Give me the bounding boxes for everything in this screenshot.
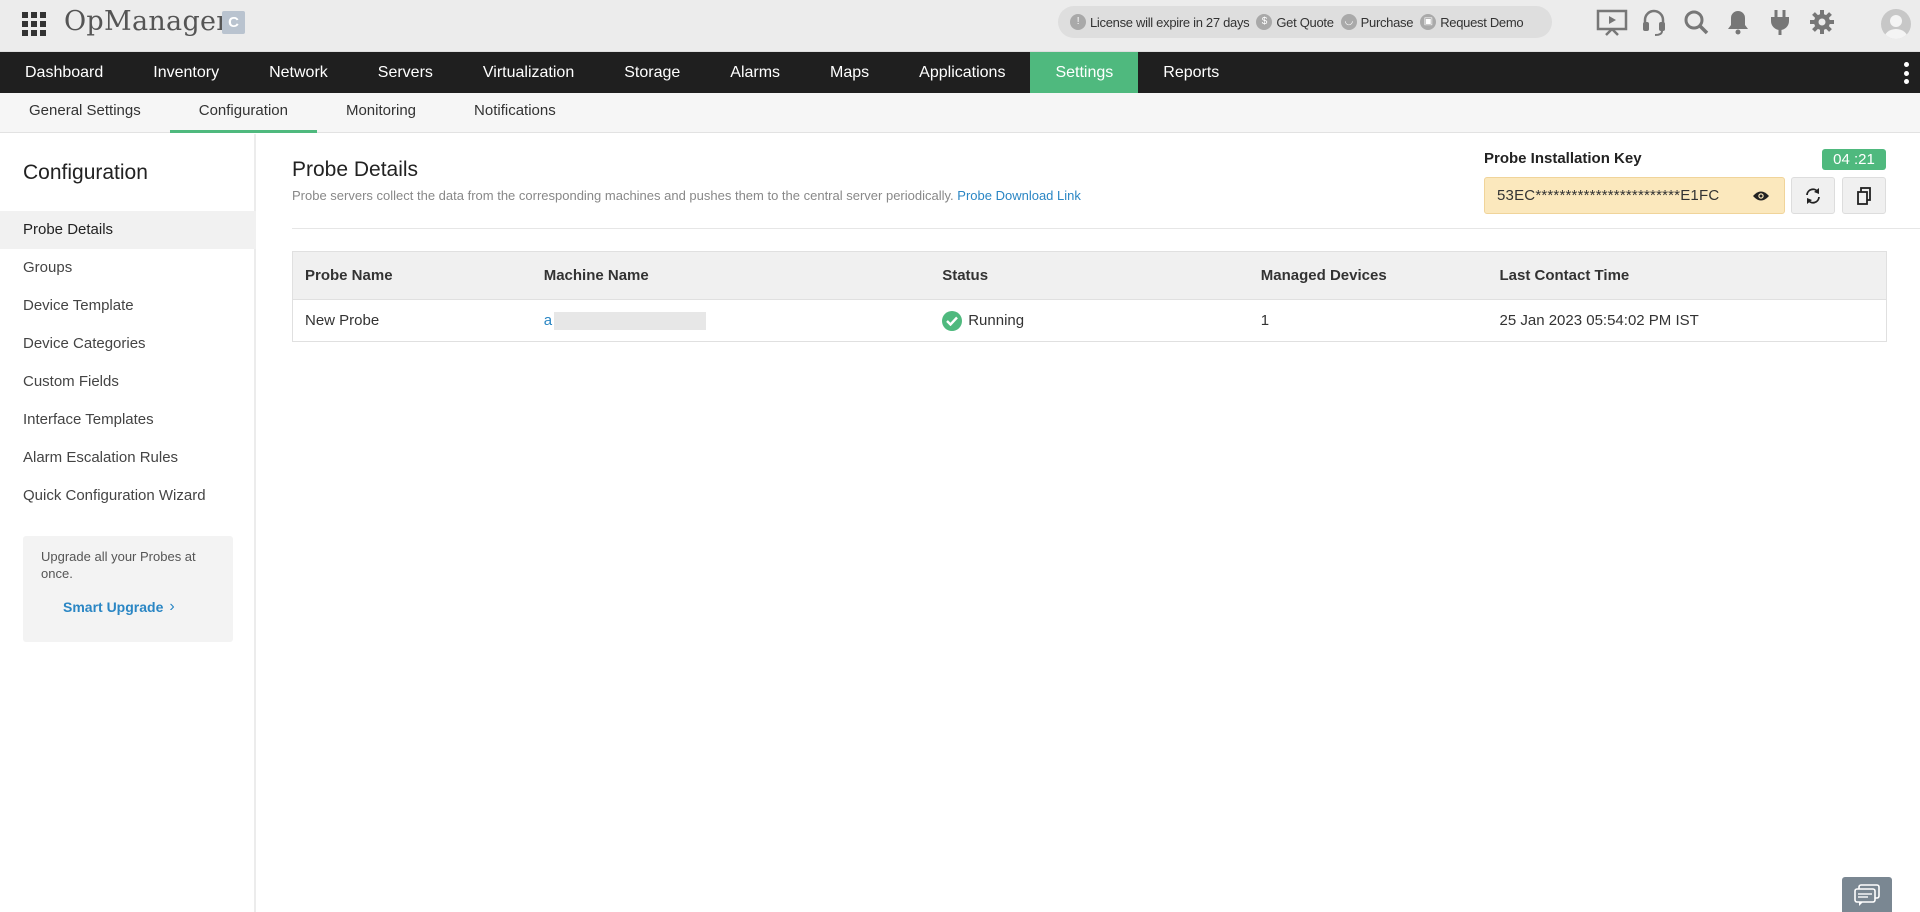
license-bar: ! License will expire in 27 days $ Get Q… (1058, 6, 1552, 38)
sidebar-item-probe-details[interactable]: Probe Details (0, 211, 256, 249)
cell-last-contact: 25 Jan 2023 05:54:02 PM IST (1499, 312, 1699, 329)
header-icons (1590, 6, 1842, 38)
probe-key-field: 53EC************************E1FC (1484, 177, 1785, 214)
description-text: Probe servers collect the data from the … (292, 188, 954, 203)
table-row: New Probe a Running 1 25 Jan 2023 05:54:… (293, 300, 1886, 341)
sidebar-item-custom-fields[interactable]: Custom Fields (0, 363, 256, 401)
key-timer-badge: 04 :21 (1822, 149, 1886, 170)
cell-status: Running (930, 300, 1249, 341)
probe-download-link[interactable]: Probe Download Link (957, 188, 1081, 203)
copy-icon (1857, 186, 1871, 205)
nav-servers[interactable]: Servers (353, 52, 458, 93)
request-demo-label: Request Demo (1440, 14, 1524, 30)
column-header-last-contact-time[interactable]: Last Contact Time (1488, 252, 1887, 299)
sidebar-item-interface-templates[interactable]: Interface Templates (0, 401, 256, 439)
main-content: Probe Details Probe servers collect the … (258, 134, 1920, 912)
request-demo-link[interactable]: ▣ Request Demo (1420, 14, 1524, 30)
tab-configuration[interactable]: Configuration (169, 93, 317, 133)
probe-key-value: 53EC************************E1FC (1497, 187, 1720, 204)
gear-icon[interactable] (1802, 6, 1842, 38)
column-header-machine-name[interactable]: Machine Name (532, 252, 931, 299)
plug-icon[interactable] (1760, 6, 1800, 38)
edition-badge: C (222, 11, 245, 34)
status-text: Running (968, 312, 1025, 329)
license-expiry-text: License will expire in 27 days (1090, 14, 1250, 30)
sidebar: Configuration Probe Details Groups Devic… (0, 134, 256, 912)
table-header: Probe Name Machine Name Status Managed D… (293, 252, 1886, 300)
page-description: Probe servers collect the data from the … (292, 188, 1081, 203)
nav-storage[interactable]: Storage (599, 52, 705, 93)
demo-icon: ▣ (1420, 14, 1437, 30)
search-icon[interactable] (1676, 6, 1716, 38)
chat-button[interactable] (1842, 877, 1892, 912)
cart-icon: ◡ (1340, 14, 1357, 30)
nav-network[interactable]: Network (244, 52, 353, 93)
nav-reports[interactable]: Reports (1138, 52, 1244, 93)
tab-monitoring[interactable]: Monitoring (317, 93, 445, 133)
column-header-status[interactable]: Status (930, 252, 1249, 299)
get-quote-link[interactable]: $ Get Quote (1256, 14, 1334, 30)
chevron-right-icon: › (169, 598, 175, 615)
nav-virtualization[interactable]: Virtualization (458, 52, 599, 93)
refresh-icon (1806, 187, 1820, 204)
content-divider (292, 228, 1920, 229)
eye-icon[interactable] (1738, 178, 1784, 213)
get-quote-label: Get Quote (1276, 14, 1334, 30)
nav-dashboard[interactable]: Dashboard (0, 52, 128, 93)
top-header: OpManager C ! License will expire in 27 … (0, 0, 1920, 52)
refresh-key-button[interactable] (1791, 177, 1835, 214)
chat-icon (1854, 883, 1880, 906)
sidebar-item-device-template[interactable]: Device Template (0, 287, 256, 325)
smart-upgrade-label: Smart Upgrade (63, 599, 164, 615)
tab-notifications[interactable]: Notifications (445, 93, 585, 133)
sidebar-item-groups[interactable]: Groups (0, 249, 256, 287)
dollar-icon: $ (1256, 14, 1273, 30)
sidebar-title: Configuration (23, 161, 148, 184)
upgrade-panel: Upgrade all your Probes at once. Smart U… (23, 536, 233, 642)
smart-upgrade-link[interactable]: Smart Upgrade › (41, 598, 215, 616)
cell-machine-name: a (532, 300, 931, 341)
sidebar-item-device-categories[interactable]: Device Categories (0, 325, 256, 363)
brand-logo[interactable]: OpManager (64, 6, 230, 37)
purchase-link[interactable]: ◡ Purchase (1340, 14, 1414, 30)
purchase-label: Purchase (1360, 14, 1414, 30)
machine-name-link[interactable]: a (544, 312, 552, 329)
more-vertical-icon[interactable] (1902, 62, 1910, 84)
nav-inventory[interactable]: Inventory (128, 52, 244, 93)
column-header-managed-devices[interactable]: Managed Devices (1249, 252, 1488, 299)
page-title: Probe Details (292, 158, 419, 181)
column-header-probe-name[interactable]: Probe Name (293, 252, 532, 299)
sidebar-item-alarm-escalation-rules[interactable]: Alarm Escalation Rules (0, 439, 256, 477)
cell-probe-name: New Probe (305, 312, 380, 329)
sidebar-list: Probe Details Groups Device Template Dev… (0, 211, 256, 515)
cell-managed-devices: 1 (1260, 312, 1270, 329)
tab-general-settings[interactable]: General Settings (0, 93, 170, 133)
redacted-block (554, 311, 707, 330)
sub-nav: General Settings Configuration Monitorin… (0, 93, 1920, 133)
nav-settings[interactable]: Settings (1030, 52, 1139, 93)
nav-alarms[interactable]: Alarms (705, 52, 805, 93)
presentation-icon[interactable] (1592, 6, 1632, 38)
nav-applications[interactable]: Applications (894, 52, 1030, 93)
probe-table: Probe Name Machine Name Status Managed D… (292, 251, 1887, 342)
main-nav: Dashboard Inventory Network Servers Virt… (0, 52, 1920, 93)
check-circle-icon (942, 310, 963, 331)
app-grid-icon[interactable] (22, 12, 46, 36)
user-avatar-icon[interactable] (1881, 9, 1911, 39)
bell-icon[interactable] (1718, 6, 1758, 38)
license-icon: ! (1070, 14, 1086, 30)
license-expiry: ! License will expire in 27 days (1070, 14, 1250, 30)
headset-icon[interactable] (1634, 6, 1674, 38)
upgrade-text: Upgrade all your Probes at once. (41, 549, 196, 581)
nav-maps[interactable]: Maps (805, 52, 894, 93)
sidebar-item-quick-configuration-wizard[interactable]: Quick Configuration Wizard (0, 477, 256, 515)
probe-key-label: Probe Installation Key (1484, 150, 1642, 167)
copy-key-button[interactable] (1842, 177, 1886, 214)
